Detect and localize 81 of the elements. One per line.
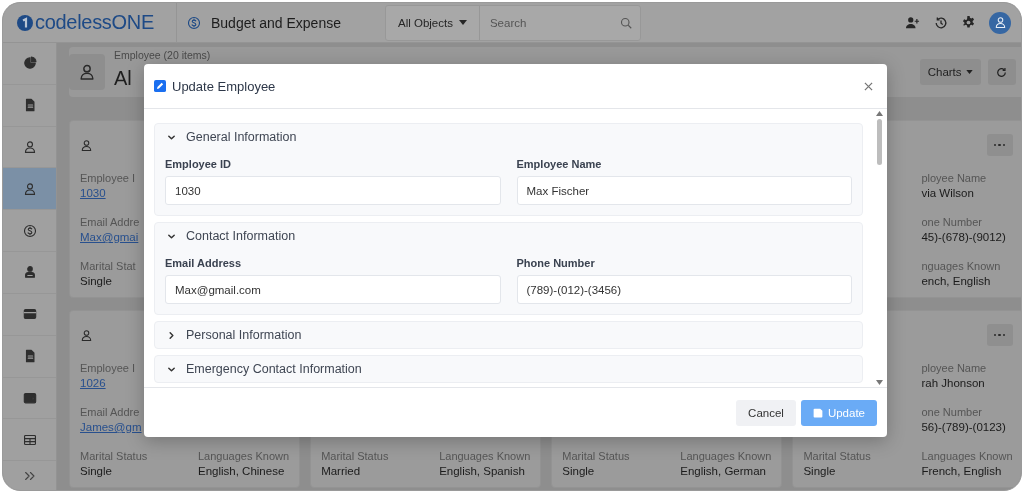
field-value: Single [803,464,836,479]
field-label: Phone Number [516,257,596,269]
dollar-icon [22,223,37,238]
close-icon [864,81,873,91]
search-icon [619,16,632,29]
field-label: ployee Name [921,361,987,375]
more-button[interactable] [986,324,1013,346]
field-label: Email Addre [80,215,140,229]
caret-icon [458,20,467,25]
section-header[interactable]: Emergency Contact Information [155,356,862,382]
field-label: ployee Name [921,171,987,185]
user-icon [78,63,96,81]
field-value: 45)-(678)-(9012) [921,230,1006,245]
section-header[interactable]: Contact Information [155,223,862,249]
app-name: Budget and Expense [211,14,341,31]
logo-text: codelessONE [35,11,154,34]
field-label: Marital Status [803,449,871,463]
close-button[interactable] [864,81,873,91]
field-label: Employee Name [516,158,603,170]
field-label: one Number [921,405,982,419]
pie-chart-icon [22,56,37,71]
cancel-button[interactable]: Cancel [736,399,796,426]
field-label: Marital Stat [80,259,136,273]
field-value: French, English [921,464,1002,479]
history-icon[interactable] [934,15,948,30]
page-subtitle: Employee (20 items) [114,49,211,61]
input-field[interactable]: Max@gmail.com [165,275,501,304]
more-button[interactable] [986,134,1013,156]
avatar[interactable] [989,11,1011,34]
field-value: via Wilson [921,186,974,201]
field-value: Single [80,274,112,289]
scroll-down-icon[interactable] [876,380,883,385]
caret-icon [965,70,973,74]
field-value: rah Jhonson [921,376,985,391]
search-field[interactable]: Search [489,16,590,29]
modal-title: Update Employee [172,78,276,94]
refresh-button[interactable] [987,59,1016,85]
field-label: Marital Status [562,449,630,463]
add-user-icon[interactable] [905,15,920,30]
input-field[interactable]: 1030 [165,176,501,205]
refresh-icon [996,66,1008,78]
section-header[interactable]: General Information [155,124,862,150]
field-label: Languages Known [921,449,1013,463]
user-badge-icon [22,265,37,280]
settings-icon[interactable] [962,16,975,29]
field-label: Email Address [165,257,242,269]
field-label: Employee I [80,361,136,375]
dollar-icon [187,15,201,30]
logo-icon [17,14,33,31]
user-icon [22,181,37,196]
field-label: Employee ID [165,158,233,170]
page-title: Al [114,67,132,90]
field-label: Languages Known [680,449,772,463]
field-value: Single [562,464,595,479]
field-label: Marital Status [321,449,389,463]
field-label: Languages Known [439,449,531,463]
field-label: Languages Known [198,449,290,463]
table-icon [22,432,37,447]
field-label: nguages Known [921,259,1001,273]
credit-card-icon [22,307,37,322]
scroll-up-icon[interactable] [876,111,883,116]
field-label: Employee I [80,171,136,185]
edit-icon [154,80,166,92]
user-icon [993,16,1007,29]
scrollbar[interactable] [875,109,884,387]
input-field[interactable]: Max Fischer [516,176,852,205]
field-value: Married [321,464,361,479]
charts-button[interactable]: Charts [919,59,981,85]
field-value: Single [80,464,112,479]
field-value: ench, English [921,274,991,289]
field-value: English, Chinese [198,464,285,479]
object-filter-dropdown[interactable]: All Objects [386,5,480,40]
field-label: Email Addre [80,405,140,419]
field-value: English, Spanish [439,464,525,479]
field-value: English, German [680,464,766,479]
input-field[interactable]: (789)-(012)-(3456) [516,275,852,304]
user-icon [22,140,37,155]
field-value: 56)-(789)-(0123) [921,420,1006,435]
section-header[interactable]: Personal Information [155,322,862,348]
field-label: Marital Status [80,449,148,463]
field-label: one Number [921,215,982,229]
